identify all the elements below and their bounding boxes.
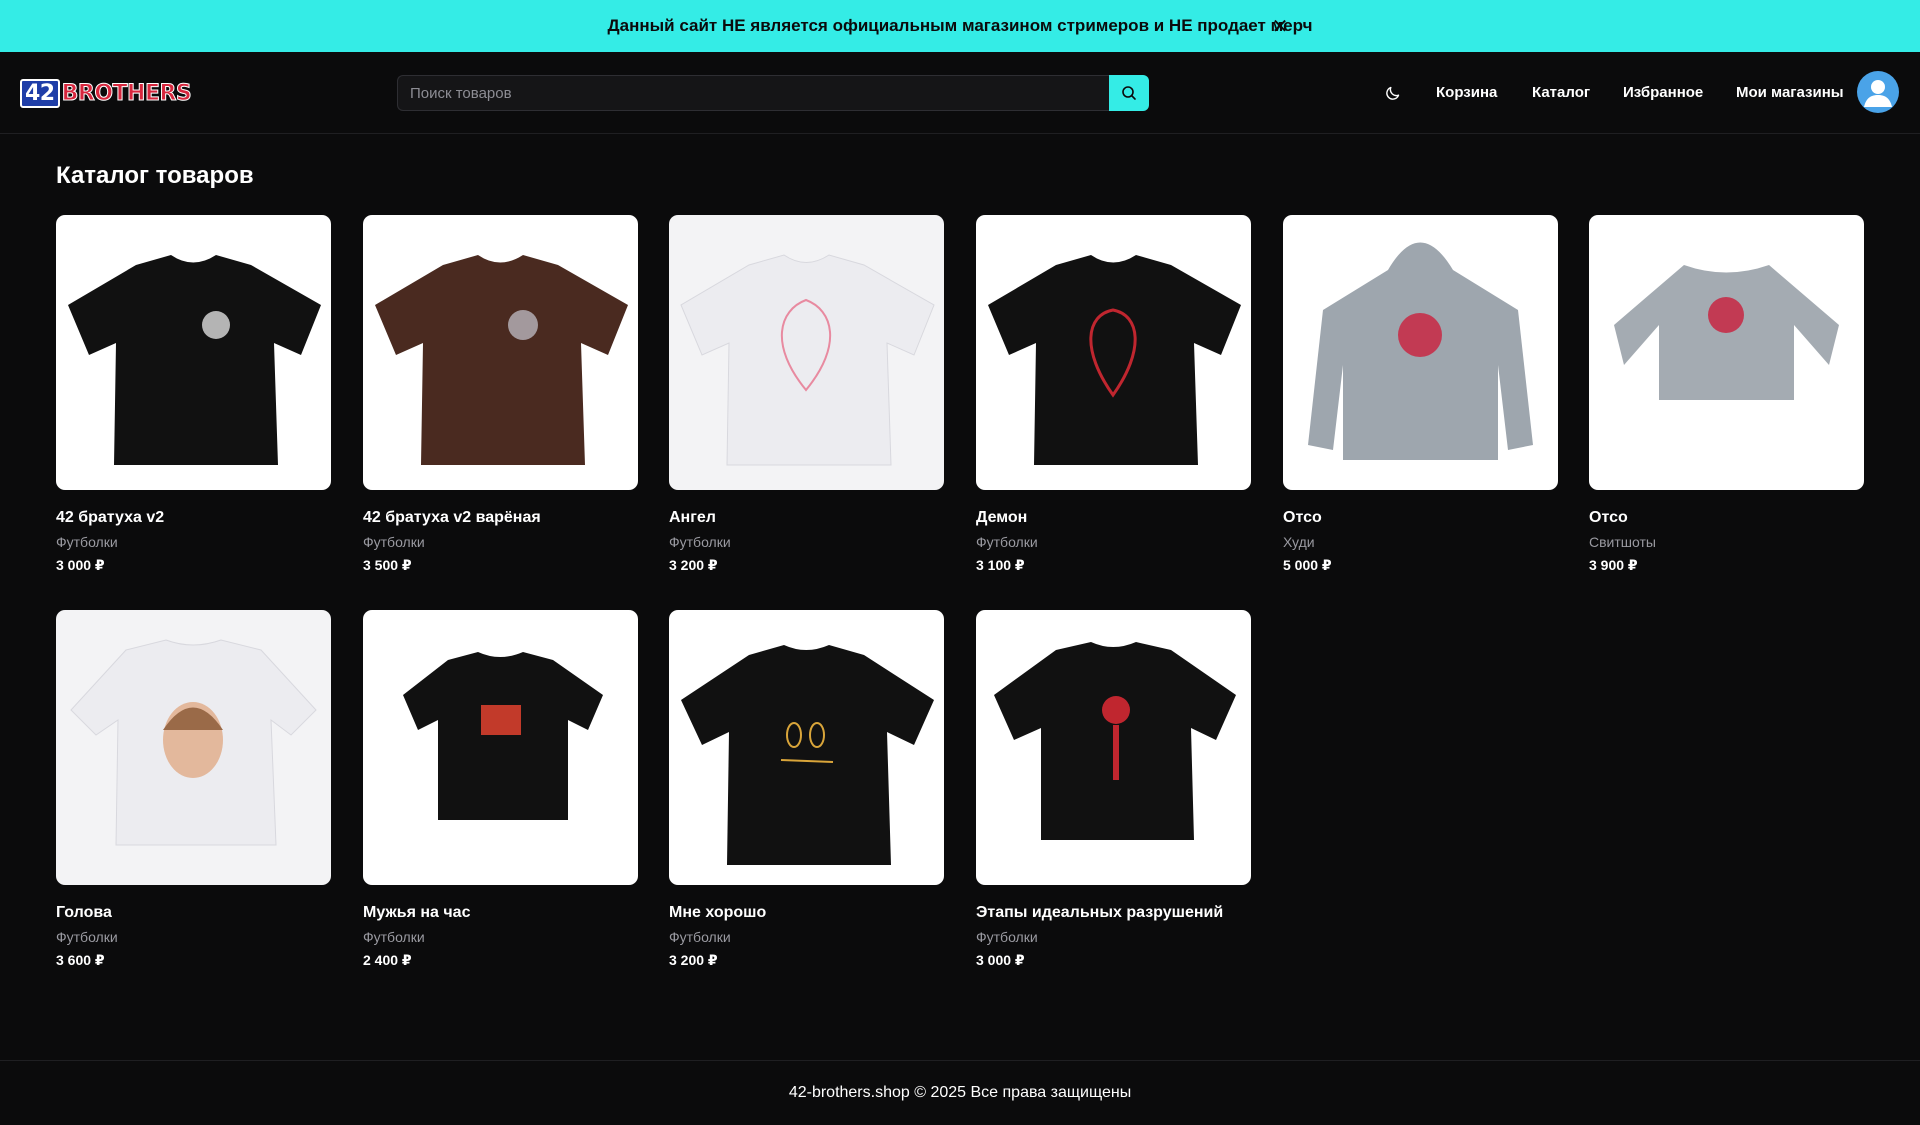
product-image — [56, 215, 331, 490]
product-card[interactable]: Ангел Футболки 3 200 ₽ — [669, 215, 944, 574]
product-name: Демон — [976, 509, 1028, 526]
product-image — [363, 215, 638, 490]
product-category: Футболки — [669, 534, 731, 550]
product-name: Ангел — [669, 509, 716, 526]
product-price: 3 100 ₽ — [976, 557, 1025, 573]
nav-favorites-link[interactable]: Избранное — [1623, 84, 1703, 101]
product-card[interactable]: Демон Футболки 3 100 ₽ — [976, 215, 1251, 574]
product-card[interactable]: Отсо Худи 5 000 ₽ — [1283, 215, 1558, 574]
product-card[interactable]: Голова Футболки 3 600 ₽ — [56, 610, 331, 969]
product-image — [1589, 215, 1864, 490]
product-card[interactable]: 42 братуха v2 Футболки 3 000 ₽ — [56, 215, 331, 574]
logo-number: 42 — [20, 78, 60, 108]
avatar[interactable] — [1857, 71, 1899, 113]
logo-word: BROTHERS — [61, 80, 192, 106]
product-image — [976, 215, 1251, 490]
announcement-banner: Данный сайт НЕ является официальным мага… — [0, 0, 1920, 52]
search-input[interactable] — [397, 75, 1109, 111]
product-price: 5 000 ₽ — [1283, 557, 1332, 573]
product-price: 3 000 ₽ — [976, 952, 1025, 968]
product-name: Мне хорошо — [669, 904, 767, 921]
product-name: Этапы идеальных разрушений — [976, 904, 1224, 921]
product-name: Отсо — [1283, 509, 1322, 526]
product-category: Футболки — [363, 929, 425, 945]
product-card[interactable]: Мне хорошо Футболки 3 200 ₽ — [669, 610, 944, 969]
product-price: 3 500 ₽ — [363, 557, 412, 573]
product-price: 2 400 ₽ — [363, 952, 412, 968]
product-name: 42 братуха v2 — [56, 509, 165, 526]
product-price: 3 200 ₽ — [669, 952, 718, 968]
product-category: Худи — [1283, 534, 1315, 550]
search-icon — [1122, 86, 1136, 100]
footer-copyright: 42-brothers.shop © 2025 Все права защище… — [788, 1084, 1132, 1101]
search-bar — [397, 75, 1149, 111]
product-name: Отсо — [1589, 509, 1628, 526]
product-image — [1283, 215, 1558, 490]
site-footer: 42-brothers.shop © 2025 Все права защище… — [0, 1060, 1920, 1125]
theme-toggle-button[interactable] — [1383, 83, 1403, 103]
product-card[interactable]: Отсо Свитшоты 3 900 ₽ — [1589, 215, 1864, 574]
product-category: Футболки — [56, 534, 118, 550]
product-category: Футболки — [669, 929, 731, 945]
nav-cart-link[interactable]: Корзина — [1436, 84, 1497, 101]
banner-text: Данный сайт НЕ является официальным мага… — [607, 16, 1313, 35]
product-price: 3 200 ₽ — [669, 557, 718, 573]
product-card[interactable]: Этапы идеальных разрушений Футболки 3 00… — [976, 610, 1251, 969]
page-title: Каталог товаров — [56, 162, 254, 189]
product-price: 3 900 ₽ — [1589, 557, 1638, 573]
product-name: Голова — [56, 904, 112, 921]
product-name: 42 братуха v2 варёная — [363, 509, 541, 526]
user-icon — [1864, 80, 1892, 107]
product-image — [669, 610, 944, 885]
product-image — [363, 610, 638, 885]
logo[interactable]: 42 BROTHERS — [20, 78, 192, 108]
product-price: 3 000 ₽ — [56, 557, 105, 573]
nav-catalog-link[interactable]: Каталог — [1532, 84, 1590, 101]
product-category: Футболки — [976, 929, 1038, 945]
product-image — [56, 610, 331, 885]
product-image — [976, 610, 1251, 885]
product-name: Мужья на час — [363, 904, 471, 921]
product-card[interactable]: Мужья на час Футболки 2 400 ₽ — [363, 610, 638, 969]
product-image — [669, 215, 944, 490]
product-category: Футболки — [56, 929, 118, 945]
product-category: Футболки — [363, 534, 425, 550]
close-icon[interactable]: ✕ — [1270, 13, 1290, 39]
product-card[interactable]: 42 братуха v2 варёная Футболки 3 500 ₽ — [363, 215, 638, 574]
moon-icon — [1386, 86, 1400, 100]
product-category: Свитшоты — [1589, 534, 1656, 550]
product-category: Футболки — [976, 534, 1038, 550]
product-price: 3 600 ₽ — [56, 952, 105, 968]
nav-my-shops-link[interactable]: Мои магазины — [1736, 84, 1844, 101]
search-button[interactable] — [1109, 75, 1149, 111]
